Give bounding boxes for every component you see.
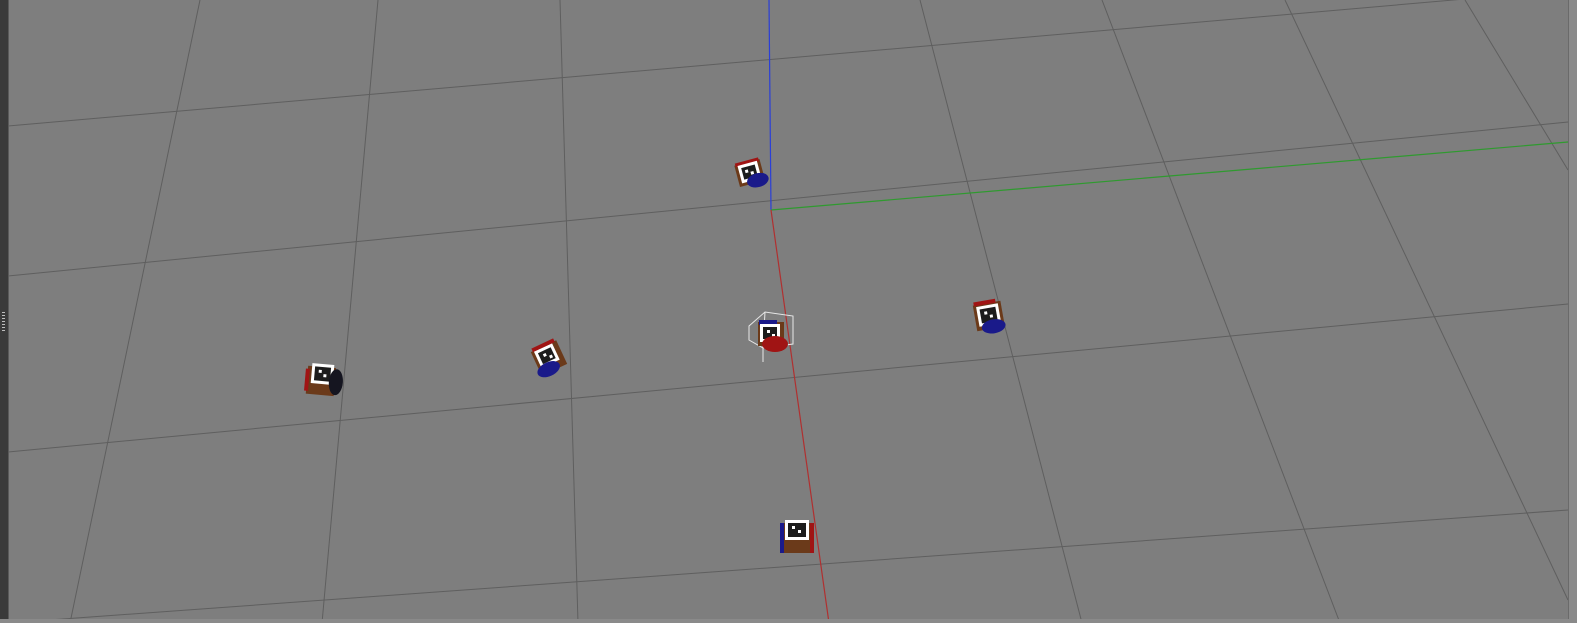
scene-canvas[interactable] [0, 0, 1577, 623]
3d-viewport[interactable] [0, 0, 1577, 623]
left-panel-edge [0, 0, 9, 623]
robot-5[interactable] [972, 298, 1006, 337]
robot-3[interactable] [527, 338, 569, 381]
x-axis [770, 209, 830, 623]
robot-6[interactable] [780, 520, 814, 553]
bottom-panel-edge [0, 619, 1577, 623]
right-panel-edge [1568, 0, 1577, 623]
robot-2[interactable] [304, 363, 345, 397]
robot-1[interactable] [734, 156, 770, 192]
z-axis [768, 0, 772, 211]
y-axis [770, 141, 1569, 211]
panel-splitter-handle[interactable] [2, 312, 5, 332]
world-axes [768, 0, 1569, 623]
